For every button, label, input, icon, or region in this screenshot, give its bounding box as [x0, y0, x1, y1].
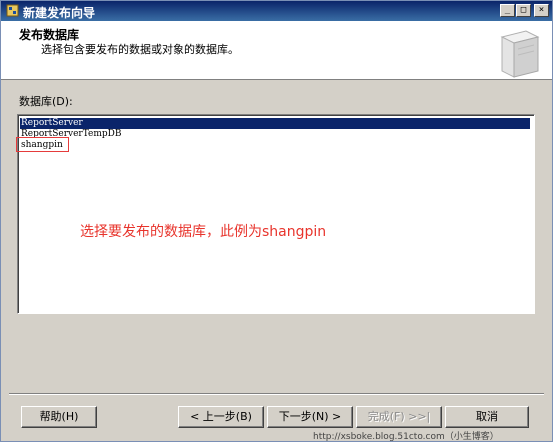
finish-button[interactable]: 完成(F) >>|: [356, 406, 442, 428]
app-icon: [6, 4, 19, 17]
maximize-button[interactable]: □: [516, 4, 531, 17]
list-item[interactable]: ReportServer: [20, 118, 530, 129]
title-bar[interactable]: 新建发布向导 _ □ ×: [1, 1, 552, 21]
minimize-button[interactable]: _: [500, 4, 515, 17]
wizard-header: 发布数据库 选择包含要发布的数据或对象的数据库。: [1, 21, 552, 80]
server-icon: [500, 30, 540, 78]
wizard-window: 新建发布向导 _ □ × 发布数据库 选择包含要发布的数据或对象的数据库。 数据…: [0, 0, 553, 442]
annotation-text: 选择要发布的数据库，此例为shangpin: [80, 224, 327, 240]
database-listbox[interactable]: ReportServer ReportServerTempDB shangpin: [17, 114, 535, 314]
cancel-button[interactable]: 取消: [445, 406, 529, 428]
divider: [9, 393, 544, 395]
close-button[interactable]: ×: [534, 4, 549, 17]
help-button[interactable]: 帮助(H): [21, 406, 97, 428]
window-title: 新建发布向导: [23, 6, 96, 20]
page-subtitle: 选择包含要发布的数据或对象的数据库。: [41, 43, 239, 56]
database-list-label: 数据库(D):: [19, 95, 73, 108]
list-item-label: ReportServer: [21, 118, 83, 128]
highlight-box: [16, 137, 69, 152]
next-button[interactable]: 下一步(N) >: [267, 406, 353, 428]
back-button[interactable]: < 上一步(B): [178, 406, 264, 428]
watermark: http://xsboke.blog.51cto.com（小生博客）: [313, 432, 499, 442]
